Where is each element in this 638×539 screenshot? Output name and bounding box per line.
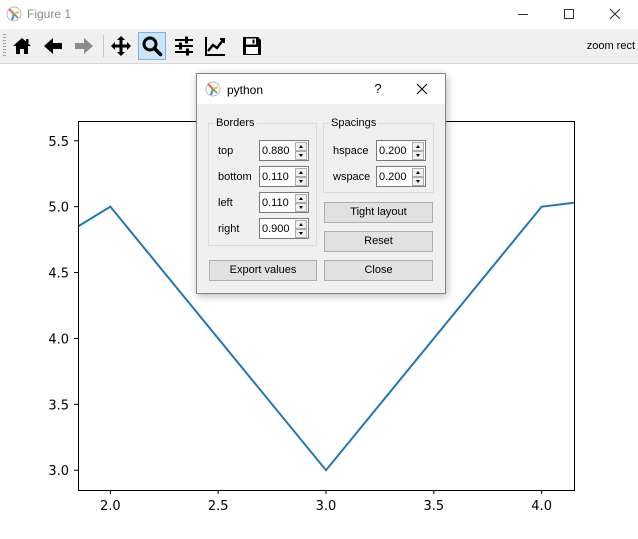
borders-group-title: Borders bbox=[214, 117, 257, 129]
y-tick-label: 5.0 bbox=[48, 201, 69, 216]
wspace-decrement-button[interactable] bbox=[412, 177, 424, 186]
x-tick-label: 2.0 bbox=[100, 499, 121, 514]
hspace-decrement-button[interactable] bbox=[412, 151, 424, 160]
hspace-input[interactable] bbox=[379, 143, 411, 158]
x-tick-label: 2.5 bbox=[208, 499, 229, 514]
close-icon bbox=[416, 83, 428, 95]
y-tick-label: 3.5 bbox=[48, 398, 69, 413]
bottom-spinbox[interactable] bbox=[259, 166, 309, 187]
subplot-config-dialog: python ? Borders top bottom left right bbox=[196, 73, 446, 294]
top-input[interactable] bbox=[262, 143, 294, 158]
left-increment-button[interactable] bbox=[295, 194, 307, 203]
tight-layout-button[interactable]: Tight layout bbox=[324, 202, 433, 223]
right-increment-button[interactable] bbox=[295, 220, 307, 229]
line-chart-icon bbox=[205, 37, 225, 56]
save-button[interactable] bbox=[238, 32, 266, 60]
sliders-icon bbox=[175, 36, 193, 56]
top-decrement-button[interactable] bbox=[295, 151, 307, 160]
arrow-right-icon bbox=[75, 38, 93, 54]
matplotlib-logo-icon bbox=[205, 81, 221, 97]
right-spinbox[interactable] bbox=[259, 218, 309, 239]
window-close-button[interactable] bbox=[592, 0, 638, 28]
pan-button[interactable] bbox=[107, 32, 135, 60]
home-button[interactable] bbox=[8, 32, 36, 60]
minimize-button[interactable] bbox=[500, 0, 546, 28]
top-label: top bbox=[218, 145, 234, 157]
borders-group: Borders top bottom left right bbox=[208, 117, 317, 246]
forward-button[interactable] bbox=[70, 32, 98, 60]
hspace-label: hspace bbox=[333, 145, 369, 157]
left-label: left bbox=[218, 197, 233, 209]
window-titlebar: Figure 1 bbox=[0, 0, 638, 28]
close-icon bbox=[609, 8, 621, 20]
hspace-spinbox[interactable] bbox=[376, 140, 426, 161]
hspace-increment-button[interactable] bbox=[412, 142, 424, 151]
left-spinbox[interactable] bbox=[259, 192, 309, 213]
x-tick-label: 3.0 bbox=[316, 499, 337, 514]
minimize-icon bbox=[518, 14, 528, 15]
export-values-button[interactable]: Export values bbox=[209, 260, 317, 281]
y-tick-label: 4.5 bbox=[48, 267, 69, 282]
right-decrement-button[interactable] bbox=[295, 229, 307, 238]
edit-axis-button[interactable] bbox=[201, 32, 229, 60]
dialog-close-button[interactable] bbox=[407, 77, 437, 101]
dialog-titlebar[interactable]: python ? bbox=[197, 74, 445, 104]
window-title: Figure 1 bbox=[27, 7, 72, 21]
magnifier-icon bbox=[142, 36, 163, 57]
top-spinbox[interactable] bbox=[259, 140, 309, 161]
bottom-decrement-button[interactable] bbox=[295, 177, 307, 186]
maximize-icon bbox=[564, 9, 574, 19]
right-input[interactable] bbox=[262, 221, 294, 236]
dialog-title: python bbox=[227, 83, 264, 97]
configure-subplots-button[interactable] bbox=[170, 32, 198, 60]
wspace-label: wspace bbox=[333, 171, 371, 183]
y-tick-label: 5.5 bbox=[48, 135, 69, 150]
matplotlib-logo-icon bbox=[6, 6, 22, 22]
right-label: right bbox=[218, 223, 240, 235]
home-icon bbox=[13, 38, 31, 54]
wspace-increment-button[interactable] bbox=[412, 168, 424, 177]
left-input[interactable] bbox=[262, 195, 294, 210]
move-icon bbox=[111, 36, 131, 56]
top-increment-button[interactable] bbox=[295, 142, 307, 151]
spacings-group-title: Spacings bbox=[329, 117, 379, 129]
back-button[interactable] bbox=[39, 32, 67, 60]
floppy-disk-icon bbox=[243, 37, 261, 55]
x-tick-label: 3.5 bbox=[423, 499, 444, 514]
bottom-input[interactable] bbox=[262, 169, 294, 184]
bottom-increment-button[interactable] bbox=[295, 168, 307, 177]
toolbar-separator bbox=[103, 35, 104, 57]
wspace-spinbox[interactable] bbox=[376, 166, 426, 187]
zoom-button[interactable] bbox=[138, 32, 166, 60]
y-tick-label: 3.0 bbox=[48, 464, 69, 479]
x-tick-label: 4.0 bbox=[531, 499, 552, 514]
toolbar-grip[interactable] bbox=[3, 34, 6, 58]
bottom-label: bottom bbox=[218, 171, 252, 183]
reset-button[interactable]: Reset bbox=[324, 231, 433, 252]
close-button[interactable]: Close bbox=[324, 260, 433, 281]
navigation-toolbar: zoom rect bbox=[0, 29, 638, 64]
spacings-group: Spacings hspace wspace bbox=[323, 117, 434, 193]
wspace-input[interactable] bbox=[379, 169, 411, 184]
y-tick-label: 4.0 bbox=[48, 332, 69, 347]
maximize-button[interactable] bbox=[546, 0, 592, 28]
toolbar-status-text: zoom rect bbox=[586, 40, 635, 52]
left-decrement-button[interactable] bbox=[295, 203, 307, 212]
arrow-left-icon bbox=[44, 38, 62, 54]
help-button[interactable]: ? bbox=[367, 79, 389, 99]
